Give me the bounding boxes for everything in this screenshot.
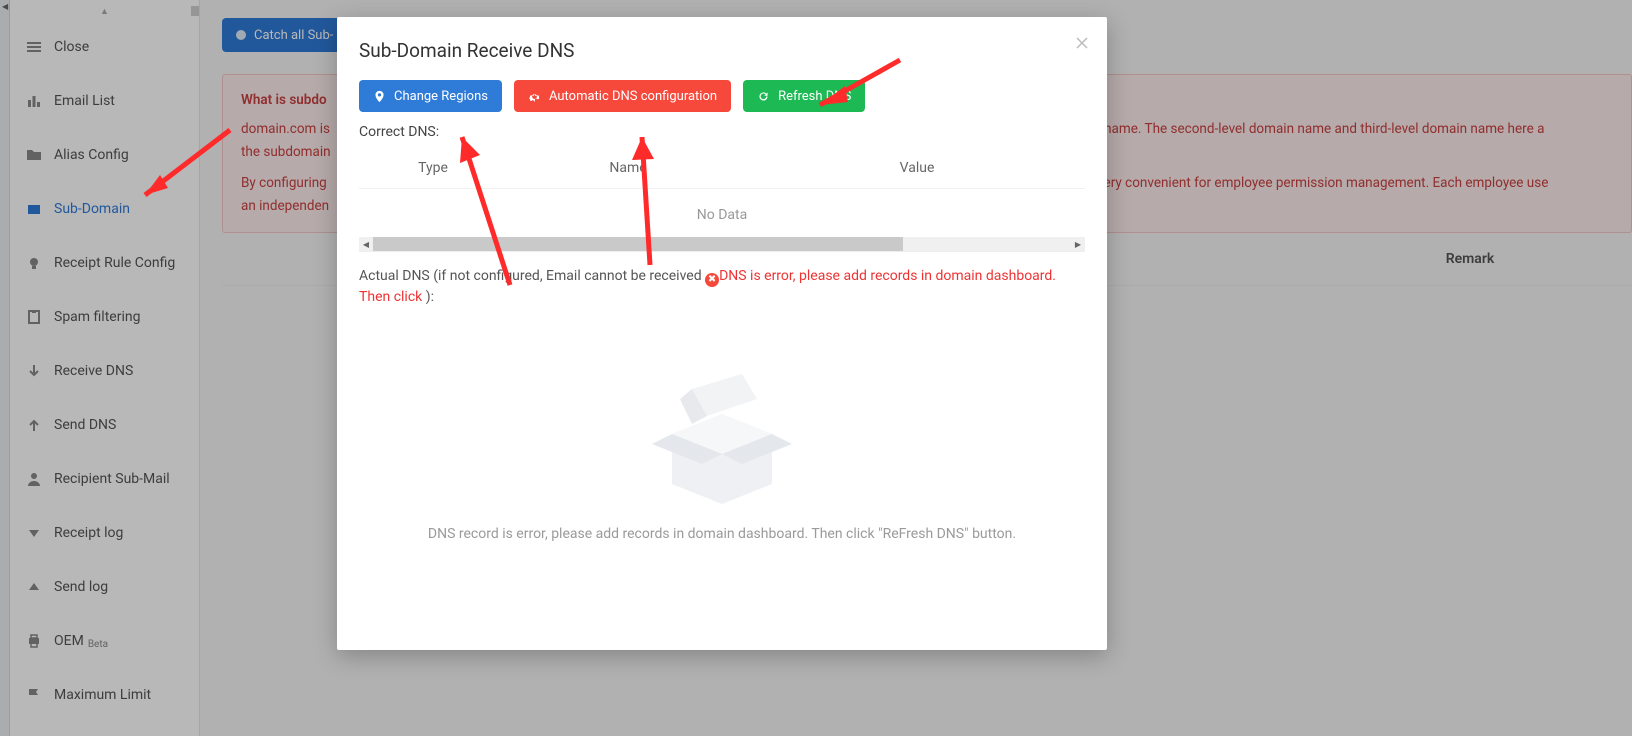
- correct-dns-label: Correct DNS:: [359, 124, 1085, 140]
- receive-dns-modal: Sub-Domain Receive DNS Change Regions Au…: [337, 17, 1107, 650]
- col-type: Type: [363, 160, 503, 176]
- location-pin-icon: [373, 90, 386, 103]
- gear-icon: [528, 90, 541, 103]
- col-value: Value: [753, 160, 1081, 176]
- empty-box-icon: [632, 344, 812, 504]
- no-data-text: No Data: [359, 189, 1085, 235]
- actual-dns-prefix: Actual DNS (if not configured, Email can…: [359, 268, 705, 284]
- empty-state: DNS record is error, please add records …: [359, 344, 1085, 542]
- actual-dns-line: Actual DNS (if not configured, Email can…: [359, 266, 1085, 308]
- actual-dns-suffix: ):: [426, 289, 434, 305]
- empty-state-message: DNS record is error, please add records …: [359, 526, 1085, 542]
- button-label: Change Regions: [394, 89, 488, 104]
- scroll-left-icon[interactable]: ◀: [359, 240, 373, 249]
- close-icon: [1075, 36, 1089, 50]
- table-horizontal-scrollbar[interactable]: ◀ ▶: [359, 237, 1085, 251]
- modal-title: Sub-Domain Receive DNS: [359, 39, 1085, 62]
- auto-dns-config-button[interactable]: Automatic DNS configuration: [514, 80, 731, 112]
- scroll-right-icon[interactable]: ▶: [1071, 240, 1085, 249]
- button-label: Automatic DNS configuration: [549, 89, 717, 104]
- scroll-track[interactable]: [373, 237, 1071, 251]
- modal-close-button[interactable]: [1075, 35, 1089, 54]
- error-circle-icon: ✖: [705, 273, 719, 287]
- refresh-icon: [757, 90, 770, 103]
- col-name: Name: [503, 160, 753, 176]
- change-regions-button[interactable]: Change Regions: [359, 80, 502, 112]
- button-label: Refresh DNS: [778, 89, 851, 104]
- correct-dns-table: Type Name Value No Data ◀ ▶: [359, 148, 1085, 252]
- refresh-dns-button[interactable]: Refresh DNS: [743, 80, 865, 112]
